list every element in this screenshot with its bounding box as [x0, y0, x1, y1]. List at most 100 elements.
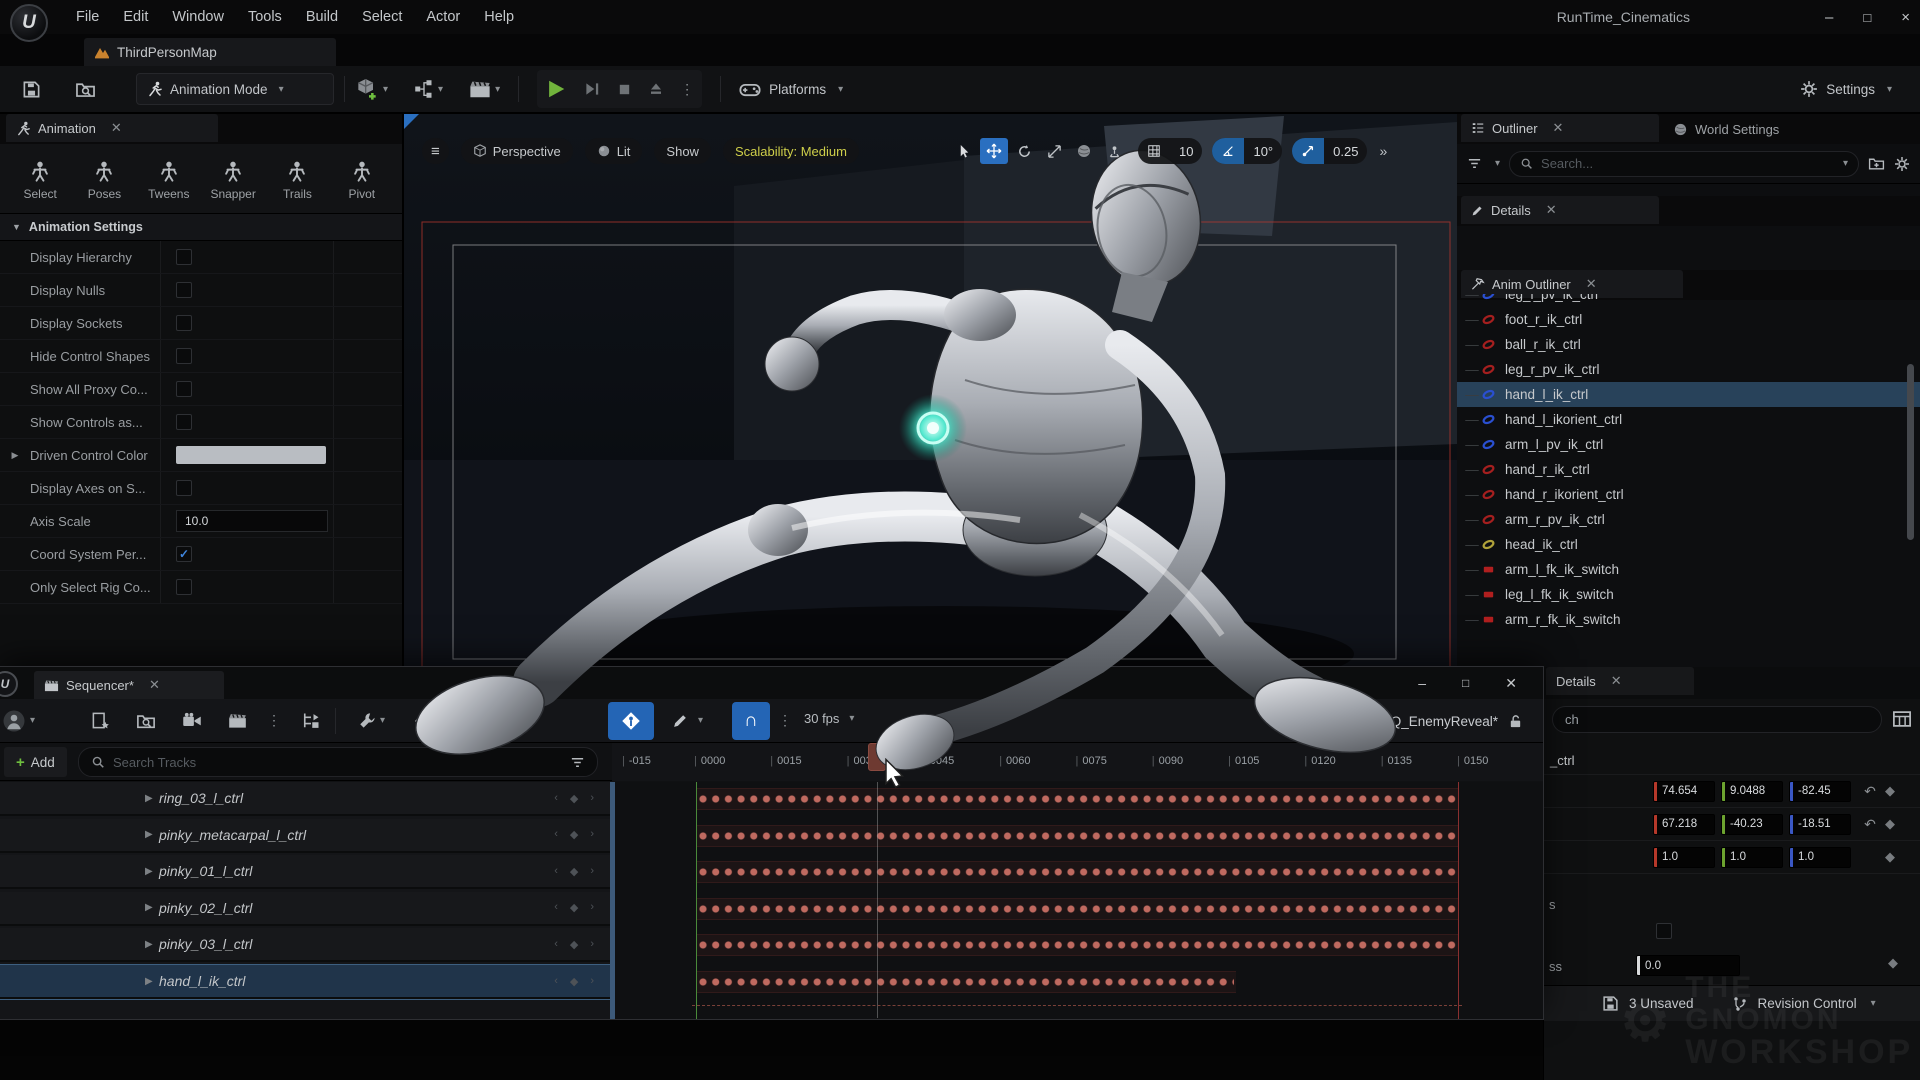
menu-select[interactable]: Select	[350, 0, 414, 34]
setting-checkbox[interactable]	[176, 381, 192, 397]
create-asset-icon[interactable]	[91, 711, 110, 730]
surface-snap-toggle[interactable]	[1100, 138, 1128, 164]
setting-input[interactable]: 10.0	[176, 510, 328, 532]
menu-edit[interactable]: Edit	[111, 0, 160, 34]
anim-outliner-item[interactable]: —hand_l_ik_ctrl	[1457, 382, 1920, 407]
sequencer-close-button[interactable]: ✕	[1505, 675, 1517, 692]
anim-outliner-item[interactable]: —hand_r_ik_ctrl	[1457, 457, 1920, 482]
viewport[interactable]: ≡ Perspective Lit Show Scalability: Medi…	[404, 114, 1457, 667]
keyframe-options-icon[interactable]	[672, 712, 689, 729]
close-icon[interactable]: ✕	[1586, 276, 1597, 292]
view-options-icon[interactable]	[415, 711, 435, 731]
axis-value-field[interactable]: -40.23	[1721, 814, 1783, 835]
browse-sequence-icon[interactable]	[136, 711, 156, 731]
anim-outliner-item[interactable]: —head_ik_ctrl	[1457, 532, 1920, 557]
playback-options-icon[interactable]	[474, 712, 492, 730]
unreal-logo-icon[interactable]: U	[10, 4, 48, 42]
rotate-tool[interactable]	[1010, 138, 1038, 164]
keyframe-diamond-icon[interactable]: ◆	[1885, 849, 1895, 865]
track-row[interactable]: ▶pinky_03_l_ctrl‹◆›	[0, 928, 612, 962]
playhead-line[interactable]	[877, 782, 878, 1018]
skip-forward-button[interactable]	[583, 80, 601, 98]
menu-window[interactable]: Window	[160, 0, 236, 34]
grid-snap-control[interactable]: 10	[1138, 138, 1202, 164]
anim-outliner-item[interactable]: —hand_l_ikorient_ctrl	[1457, 407, 1920, 432]
keyframe-diamond-icon[interactable]: ◆	[1885, 783, 1895, 799]
keyframe-band[interactable]	[696, 971, 1236, 993]
details-search-input[interactable]: ch	[1552, 706, 1882, 733]
outliner-settings-icon[interactable]	[1894, 156, 1910, 172]
track-row[interactable]: ▶pinky_01_l_ctrl‹◆›	[0, 855, 612, 889]
track-search-input[interactable]: Search Tracks	[78, 747, 598, 777]
reset-icon[interactable]: ↶	[1861, 816, 1879, 833]
keyframe-dots[interactable]	[698, 792, 1456, 806]
setting-checkbox[interactable]	[176, 315, 192, 331]
outliner-tree-icon[interactable]	[301, 711, 321, 731]
lock-icon[interactable]	[1508, 714, 1523, 729]
menu-build[interactable]: Build	[294, 0, 350, 34]
revision-control-icon[interactable]	[1732, 996, 1748, 1012]
world-settings-tab[interactable]: World Settings	[1659, 114, 1793, 144]
axis-value-field[interactable]: -82.45	[1789, 781, 1851, 802]
rotation-snap-control[interactable]: 10°	[1212, 138, 1282, 164]
keyframe-dots[interactable]	[698, 938, 1456, 952]
keyframe-dots[interactable]	[698, 865, 1456, 879]
axis-value-field[interactable]: 1.0	[1721, 847, 1783, 868]
scale-snap-control[interactable]: 0.25	[1292, 138, 1367, 164]
camera-icon[interactable]	[182, 711, 202, 731]
blueprints-icon[interactable]	[414, 79, 434, 99]
color-swatch[interactable]	[176, 446, 326, 464]
viewport-menu-icon[interactable]: ≡	[422, 138, 449, 164]
track-options-icon[interactable]	[358, 712, 376, 730]
sequencer-actions-icon[interactable]	[2, 709, 26, 733]
sequence-breadcrumb[interactable]: Q_EnemyReveal*	[1391, 714, 1498, 729]
axis-value-field[interactable]: 9.0488	[1721, 781, 1783, 802]
anim-outliner-item[interactable]: —arm_l_pv_ik_ctrl	[1457, 432, 1920, 457]
keyframe-nav[interactable]: ‹◆›	[554, 828, 594, 841]
close-icon[interactable]: ✕	[1611, 673, 1622, 689]
keyframe-band[interactable]	[696, 934, 1458, 956]
setting-checkbox[interactable]: ✓	[176, 546, 192, 562]
axis-value-field[interactable]: 67.218	[1653, 814, 1715, 835]
timeline-ruler[interactable]: |-015|0000|0015|0030|0045|0060|0075|0090…	[612, 743, 1543, 781]
menu-help[interactable]: Help	[472, 0, 526, 34]
track-filter-icon[interactable]	[570, 755, 585, 770]
expand-arrow-icon[interactable]: ▶	[145, 902, 159, 913]
axis-value-field[interactable]: -18.51	[1789, 814, 1851, 835]
lit-dropdown[interactable]: Lit	[585, 138, 643, 164]
setting-checkbox[interactable]	[176, 480, 192, 496]
tool-select[interactable]: Select	[12, 160, 68, 201]
keyframe-band[interactable]	[696, 898, 1458, 920]
level-tab[interactable]: ThirdPersonMap	[84, 38, 336, 66]
setting-checkbox[interactable]	[176, 414, 192, 430]
keyframe-dots[interactable]	[698, 975, 1234, 989]
keyframe-dots[interactable]	[698, 902, 1456, 916]
eject-button[interactable]	[648, 81, 664, 97]
sequencer-maximize-button[interactable]: □	[1462, 676, 1469, 690]
fps-dropdown[interactable]: 30 fps▾	[804, 711, 854, 726]
more-options-icon[interactable]: ⋮	[267, 712, 281, 729]
snap-options-icon[interactable]: ⋮	[778, 712, 792, 729]
axis-value-field[interactable]: 1.0	[1789, 847, 1851, 868]
outliner-search-input[interactable]: Search... ▾	[1509, 151, 1859, 177]
expand-arrow-icon[interactable]: ▶	[145, 866, 159, 877]
grid-view-icon[interactable]	[1892, 709, 1912, 729]
scale-tool[interactable]	[1040, 138, 1068, 164]
track-row[interactable]: ▶pinky_metacarpal_l_ctrl‹◆›	[0, 819, 612, 853]
details-bottom-tab[interactable]: Details✕	[1546, 667, 1694, 695]
sequencer-tab[interactable]: Sequencer*✕	[34, 671, 224, 699]
keyframe-nav[interactable]: ‹◆›	[554, 938, 594, 951]
viewport-layout-icon[interactable]	[1393, 138, 1421, 164]
add-folder-icon[interactable]	[1868, 155, 1885, 172]
setting-checkbox[interactable]	[176, 282, 192, 298]
keyframe-nav[interactable]: ‹◆›	[554, 865, 594, 878]
browse-content-icon[interactable]	[75, 79, 96, 100]
tool-trails[interactable]: Trails	[269, 160, 325, 201]
window-close-button[interactable]: ×	[1901, 9, 1910, 26]
details-tab[interactable]: Details✕	[1461, 196, 1659, 224]
anim-outliner-item[interactable]: —leg_l_pv_ik_ctrl	[1457, 294, 1920, 307]
anim-outliner-item[interactable]: —arm_r_pv_ik_ctrl	[1457, 507, 1920, 532]
tool-tweens[interactable]: Tweens	[141, 160, 197, 201]
window-minimize-button[interactable]: –	[1825, 9, 1833, 26]
expand-arrow-icon[interactable]: ▶	[145, 793, 159, 804]
